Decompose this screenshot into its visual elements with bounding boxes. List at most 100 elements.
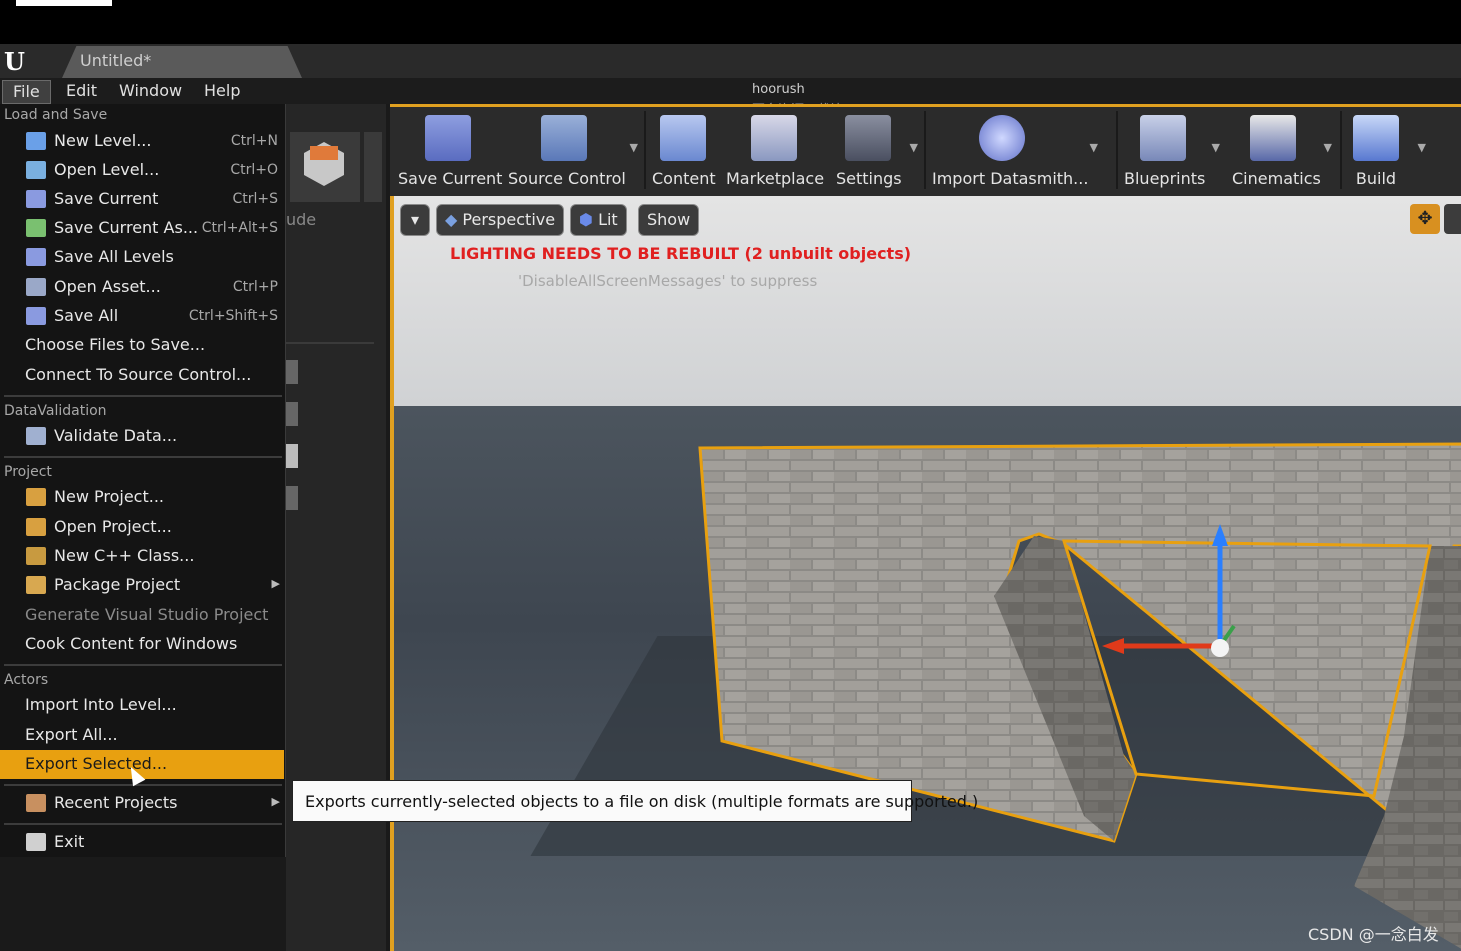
- panel-tab-3[interactable]: [286, 444, 298, 468]
- menu-item-export-all[interactable]: Export All...: [0, 721, 284, 750]
- document-tab[interactable]: Untitled*: [62, 46, 302, 78]
- new-project-icon: [26, 488, 46, 506]
- toolbar-separator: [1340, 111, 1342, 189]
- panel-tab-1[interactable]: [286, 360, 298, 384]
- menu-item-import-into-level[interactable]: Import Into Level...: [0, 691, 284, 720]
- new-cpp-class-icon: [26, 547, 46, 565]
- menu-item-open-project[interactable]: Open Project...: [0, 513, 284, 542]
- open-project-icon: [26, 518, 46, 536]
- section-actors: Actors: [4, 672, 49, 688]
- content-grid-icon: [660, 115, 706, 161]
- level-viewport[interactable]: ▾ ◆ Perspective ⬢ Lit Show LIGHTING NEED…: [390, 196, 1461, 951]
- menu-divider: [4, 456, 282, 458]
- menu-item-package-project[interactable]: Package Project ▶: [0, 571, 284, 600]
- menu-item-cook-content[interactable]: Cook Content for Windows: [0, 630, 284, 659]
- toolbar-separator: [644, 111, 646, 189]
- section-project: Project: [4, 464, 52, 480]
- datasmith-dropdown-icon[interactable]: ▼: [1090, 141, 1098, 154]
- transform-mode-icon[interactable]: ✥: [1410, 204, 1440, 234]
- gears-icon: [845, 115, 891, 161]
- gizmo-x-arrow-icon[interactable]: [1102, 638, 1124, 654]
- section-load-and-save: Load and Save: [4, 107, 108, 123]
- menu-window[interactable]: Window: [109, 80, 192, 102]
- section-data-validation: DataValidation: [4, 403, 107, 419]
- document-tab-title: Untitled*: [80, 51, 152, 70]
- toolbar-separator: [924, 111, 926, 189]
- source-control-button[interactable]: Source Control ▼: [508, 111, 638, 191]
- export-selected-tooltip: Exports currently-selected objects to a …: [292, 780, 978, 822]
- rotate-mode-icon[interactable]: [1444, 204, 1461, 234]
- marketplace-bag-icon: [751, 115, 797, 161]
- panel-scroll-column: [364, 132, 382, 202]
- settings-button[interactable]: Settings ▼: [836, 111, 918, 191]
- source-control-dropdown-icon[interactable]: ▼: [630, 141, 638, 154]
- validate-data-icon: [26, 427, 46, 445]
- cinematics-dropdown-icon[interactable]: ▼: [1324, 141, 1332, 154]
- open-level-icon: [26, 161, 46, 179]
- blueprints-button[interactable]: Blueprints ▼: [1124, 111, 1220, 191]
- import-datasmith-button[interactable]: Import Datasmith... ▼: [932, 111, 1098, 191]
- menu-divider: [4, 823, 282, 825]
- menu-item-save-current-as[interactable]: Save Current As... Ctrl+Alt+S: [0, 214, 284, 243]
- menu-divider: [4, 395, 282, 397]
- save-as-icon: [26, 219, 46, 237]
- menu-help[interactable]: Help: [194, 80, 250, 102]
- datasmith-icon: [979, 115, 1025, 161]
- build-button[interactable]: Build ▼: [1348, 111, 1426, 191]
- menu-item-exit[interactable]: Exit: [0, 828, 284, 857]
- lighting-warning: LIGHTING NEEDS TO BE REBUILT (2 unbuilt …: [450, 244, 912, 263]
- menu-item-recent-projects[interactable]: Recent Projects ▶: [0, 789, 284, 818]
- menu-item-save-all-levels[interactable]: Save All Levels: [0, 243, 284, 272]
- save-all-icon: [26, 307, 46, 325]
- gamepad-icon: [1140, 115, 1186, 161]
- unreal-logo-icon: U: [4, 47, 25, 76]
- menu-item-open-asset[interactable]: Open Asset... Ctrl+P: [0, 273, 284, 302]
- clapperboard-icon: [1250, 115, 1296, 161]
- panel-divider: [286, 342, 374, 344]
- marketplace-button[interactable]: Marketplace: [726, 111, 824, 191]
- panel-tab-2[interactable]: [286, 402, 298, 426]
- save-current-button[interactable]: Save Current: [398, 111, 502, 191]
- menu-item-open-level[interactable]: Open Level... Ctrl+O: [0, 156, 284, 185]
- menu-divider: [4, 664, 282, 666]
- panel-partial-text: ude: [286, 210, 317, 229]
- top-white-chip: [16, 0, 112, 6]
- suppress-hint: 'DisableAllScreenMessages' to suppress: [518, 272, 818, 290]
- menu-item-new-cpp-class[interactable]: New C++ Class...: [0, 542, 284, 571]
- new-level-icon: [26, 132, 46, 150]
- source-control-icon: [541, 115, 587, 161]
- content-button[interactable]: Content: [652, 111, 716, 191]
- build-blocks-icon: [1353, 115, 1399, 161]
- cinematics-button[interactable]: Cinematics ▼: [1232, 111, 1332, 191]
- menu-item-save-current[interactable]: Save Current Ctrl+S: [0, 185, 284, 214]
- submenu-arrow-icon: ▶: [271, 577, 280, 590]
- lit-button[interactable]: ⬢ Lit: [570, 204, 627, 236]
- recent-projects-icon: [26, 794, 46, 812]
- menu-item-save-all[interactable]: Save All Ctrl+Shift+S: [0, 302, 284, 331]
- csdn-credit: CSDN @一念白发: [1308, 925, 1439, 944]
- gizmo-pivot[interactable]: [1211, 639, 1229, 657]
- save-current-icon: [26, 190, 46, 208]
- build-dropdown-icon[interactable]: ▼: [1418, 141, 1426, 154]
- menu-file[interactable]: File: [2, 80, 51, 104]
- menu-item-connect-source-control[interactable]: Connect To Source Control...: [0, 361, 284, 390]
- menu-item-new-project[interactable]: New Project...: [0, 483, 284, 512]
- viewport-options-dropdown-icon[interactable]: ▾: [400, 204, 430, 236]
- lit-sphere-icon: ⬢: [579, 210, 593, 229]
- perspective-button[interactable]: ◆ Perspective: [436, 204, 565, 236]
- settings-dropdown-icon[interactable]: ▼: [910, 141, 918, 154]
- blueprints-dropdown-icon[interactable]: ▼: [1212, 141, 1220, 154]
- open-asset-icon: [26, 278, 46, 296]
- menu-bar: File Edit Window Help: [0, 78, 1461, 104]
- brick-wall-mesh[interactable]: [394, 196, 1461, 951]
- submenu-arrow-icon: ▶: [271, 795, 280, 808]
- menu-edit[interactable]: Edit: [56, 80, 107, 102]
- menu-item-new-level[interactable]: New Level... Ctrl+N: [0, 127, 284, 156]
- panel-tab-4[interactable]: [286, 486, 298, 510]
- exit-icon: [26, 833, 46, 851]
- show-button[interactable]: Show: [638, 204, 700, 236]
- user-label: hoorush: [752, 82, 805, 97]
- menu-item-validate-data[interactable]: Validate Data...: [0, 422, 284, 451]
- file-menu-dropdown: Load and Save New Level... Ctrl+N Open L…: [0, 104, 286, 857]
- menu-item-choose-files[interactable]: Choose Files to Save...: [0, 331, 284, 360]
